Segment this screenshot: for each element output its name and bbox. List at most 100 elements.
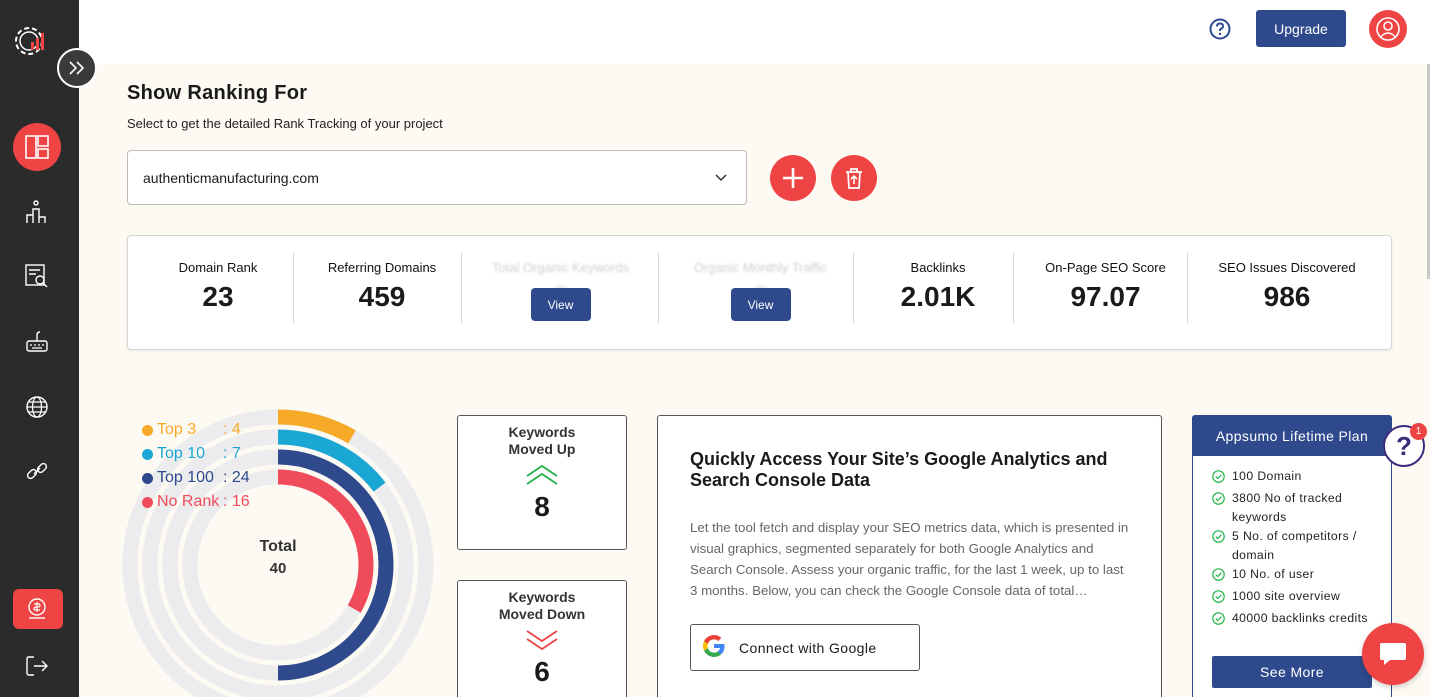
stat-value: 2.01K [900,281,976,312]
chat-widget-icon[interactable] [1362,623,1424,685]
page-subtitle: Select to get the detailed Rank Tracking… [127,116,443,131]
plan-feature-text: 100 Domain [1232,469,1302,483]
stat-referring-domains: Referring Domains 459 [303,252,461,324]
plan-feature: 100 Domain [1212,467,1382,489]
plan-feature: 10 No. of user [1212,565,1382,587]
legend-name: Top 10 [157,445,206,462]
legend-dot [142,496,153,508]
stats-card: Domain Rank 23 Referring Domains 459 Tot… [127,235,1392,350]
legend-item: Top 10 : 7 [142,442,250,466]
link-icon[interactable] [13,447,61,495]
logo-gear-chart-icon[interactable] [12,22,50,60]
stat-value: 986 [1263,281,1311,312]
legend-value: : 7 [223,445,241,462]
stat-label: Referring Domains [327,260,437,275]
stat-label: On-Page SEO Score [1045,260,1166,275]
plan-title: Appsumo Lifetime Plan [1193,416,1391,456]
legend-name: Top 3 [157,421,197,438]
backlinks-globe-icon[interactable] [13,383,61,431]
plan-feature-text: 40000 backlinks credits [1232,611,1368,625]
plan-feature-text: 10 No. of user [1232,567,1315,581]
legend-value: : 24 [223,469,250,486]
delete-project-button[interactable] [831,155,877,201]
check-circle-icon [1212,612,1226,631]
ga-card-title: Quickly Access Your Site’s Google Analyt… [690,449,1108,490]
stat-label: Total Organic Keywords [491,260,630,275]
stat-backlinks: Backlinks 2.01K [858,252,1018,324]
double-chevron-up-icon [458,464,626,491]
plan-feature-text: 1000 site overview [1232,589,1341,603]
plan-feature-text: 5 No. of competitors / domain [1232,529,1357,562]
stat-label: Domain Rank [178,260,258,275]
plan-feature-text: 3800 No of tracked keywords [1232,491,1343,524]
title-line: Moved Down [498,606,586,622]
legend-name: Top 100 [157,469,214,486]
stat-organic-monthly-traffic: Organic Monthly Traffic 0 View [663,252,858,324]
connect-google-label: Connect with Google [739,639,877,656]
expand-sidebar-icon[interactable] [57,48,97,88]
logout-icon[interactable] [13,642,61,690]
user-avatar-icon[interactable] [1369,10,1407,48]
project-select[interactable]: authenticmanufacturing.com [127,150,747,205]
legend-dot [142,472,153,484]
divider [1013,252,1014,324]
rank-tracker-icon[interactable] [13,188,61,236]
keywords-moved-up-card: Keywords Moved Up 8 [457,415,627,550]
dashboard-icon[interactable] [13,123,61,171]
stat-value: 97.07 [1070,281,1141,312]
stat-label: Backlinks [910,260,966,275]
legend-name: No Rank [157,493,220,510]
connect-google-button[interactable]: Connect with Google [690,624,920,671]
chart-legend: Top 3 : 4 Top 10 : 7 Top 100 : 24 No Ran… [142,418,250,514]
chart-total-label: Total [259,538,297,555]
stat-value: 459 [358,281,406,312]
title-line: Keywords [508,589,576,605]
check-circle-icon [1212,590,1226,609]
plus-icon [783,168,803,188]
plan-features: 100 Domain 3800 No of tracked keywords 5… [1212,467,1382,631]
divider [853,252,854,324]
legend-dot [142,448,153,460]
project-select-value: authenticmanufacturing.com [143,169,319,186]
title-line: Keywords [508,424,576,440]
google-icon [701,633,727,662]
stat-seo-issues: SEO Issues Discovered 986 [1193,252,1381,324]
stat-total-organic-keywords: Total Organic Keywords 0 View [463,252,658,324]
title-line: Moved Up [508,441,576,457]
check-circle-icon [1212,492,1226,511]
stat-domain-rank: Domain Rank 23 [148,252,288,324]
chevron-down-icon [714,170,728,187]
divider [461,252,462,324]
divider [1187,252,1188,324]
legend-item: Top 3 : 4 [142,418,250,442]
help-icon[interactable] [1208,17,1232,41]
plan-feature: 1000 site overview [1212,587,1382,609]
page-title: Show Ranking For [127,82,308,104]
upgrade-button[interactable]: Upgrade [1256,10,1346,47]
legend-item: No Rank : 16 [142,490,250,514]
divider [293,252,294,324]
stat-value: 23 [202,281,234,312]
keyword-icon[interactable] [13,318,61,366]
view-organic-traffic-button[interactable]: View [730,288,791,321]
help-notification-badge: 1 [1410,423,1427,440]
legend-item: Top 100 : 24 [142,466,250,490]
stat-label: SEO Issues Discovered [1218,260,1356,275]
site-audit-icon[interactable] [13,252,61,300]
divider [658,252,659,324]
google-analytics-card: Quickly Access Your Site’s Google Analyt… [657,415,1162,697]
stat-onpage-seo-score: On-Page SEO Score 97.07 [1018,252,1193,324]
add-project-button[interactable] [770,155,816,201]
view-organic-keywords-button[interactable]: View [530,288,591,321]
cost-icon[interactable] [13,589,63,629]
legend-dot [142,424,153,436]
keywords-up-title: Keywords Moved Up [458,424,626,458]
keywords-down-title: Keywords Moved Down [458,589,626,623]
plan-feature: 40000 backlinks credits [1212,609,1382,631]
check-circle-icon [1212,470,1226,489]
see-more-button[interactable]: See More [1212,656,1372,688]
legend-value: : 4 [223,421,241,438]
chart-total-value: 40 [269,560,287,577]
check-circle-icon [1212,568,1226,587]
trash-icon [846,168,862,189]
